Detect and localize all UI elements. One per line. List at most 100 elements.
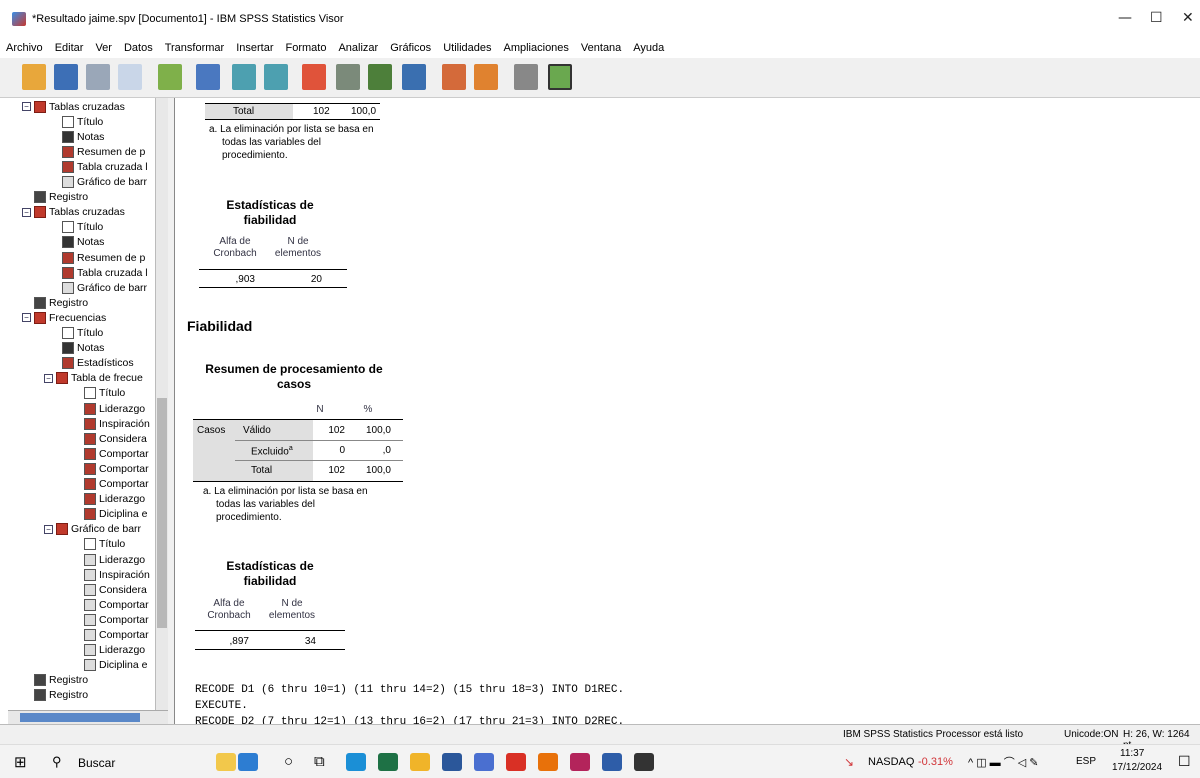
undo-icon[interactable]	[232, 64, 256, 90]
stock-ticker[interactable]: NASDAQ	[868, 756, 914, 768]
clock-time[interactable]: 11:37	[1120, 748, 1144, 759]
menu-formato[interactable]: Formato	[280, 42, 333, 54]
outline-node[interactable]: − Tablas cruzadas	[22, 206, 125, 219]
language-indicator[interactable]: ESP	[1076, 756, 1096, 767]
outline-node[interactable]: − Frecuencias	[22, 311, 106, 324]
menu-ver[interactable]: Ver	[89, 42, 118, 54]
outline-node[interactable]: Comportar	[66, 613, 149, 626]
outline-node[interactable]: Inspiración	[66, 568, 150, 581]
print-icon[interactable]	[86, 64, 110, 90]
outline-node[interactable]: Considera	[66, 432, 147, 445]
chrome-icon[interactable]	[538, 753, 558, 771]
outline-node[interactable]: Resumen de p	[44, 251, 145, 264]
outline-node[interactable]: Tabla cruzada l	[44, 160, 148, 173]
outline-node[interactable]: Tabla cruzada l	[44, 266, 148, 279]
outline-node[interactable]: Liderazgo	[66, 493, 145, 506]
outline-node[interactable]: Liderazgo	[66, 644, 145, 657]
maximize-button[interactable]: ☐	[1150, 10, 1163, 26]
variables-icon[interactable]	[402, 64, 426, 90]
insert-output-icon[interactable]	[548, 64, 572, 90]
outline-node[interactable]: Título	[44, 327, 103, 340]
outline-node[interactable]: Liderazgo	[66, 553, 145, 566]
menu-ventana[interactable]: Ventana	[575, 42, 627, 54]
tray-icons[interactable]: ^ ◫ ▬ ⌒ ◁ ✎	[968, 754, 1039, 770]
outline-node[interactable]: Título	[66, 538, 125, 551]
goto-data-icon[interactable]	[302, 64, 326, 90]
collapse-toggle-icon[interactable]: −	[44, 524, 53, 534]
outline-node[interactable]: Considera	[66, 583, 147, 596]
minimize-button[interactable]: —	[1118, 10, 1132, 26]
menu-ampliaciones[interactable]: Ampliaciones	[498, 42, 575, 54]
outline-node[interactable]: Comportar	[66, 462, 149, 475]
outline-node[interactable]: Gráfico de barr	[44, 281, 147, 294]
menu-datos[interactable]: Datos	[118, 42, 159, 54]
outline-node[interactable]: Registro	[22, 674, 88, 687]
designate-window-icon[interactable]	[514, 64, 538, 90]
app-icon[interactable]	[570, 753, 590, 771]
outline-node[interactable]: Registro	[22, 689, 88, 702]
outline-node[interactable]: Título	[44, 221, 103, 234]
menu-graficos[interactable]: Gráficos	[384, 42, 437, 54]
redo-icon[interactable]	[264, 64, 288, 90]
excel-icon[interactable]	[378, 753, 398, 771]
recall-dialog-icon[interactable]	[196, 64, 220, 90]
outline-node[interactable]: Gráfico de barr	[44, 176, 147, 189]
outline-node[interactable]: Diciplina e	[66, 659, 147, 672]
outline-node[interactable]: − Gráfico de barr	[44, 523, 141, 536]
collapse-toggle-icon[interactable]: −	[22, 207, 31, 217]
chrome-icon[interactable]	[506, 753, 526, 771]
outline-node[interactable]: Resumen de p	[44, 145, 145, 158]
outline-node[interactable]: Notas	[44, 342, 104, 355]
outline-node[interactable]: Título	[66, 387, 125, 400]
close-button[interactable]: ✕	[1182, 10, 1194, 26]
menu-editar[interactable]: Editar	[49, 42, 90, 54]
outline-node[interactable]: Comportar	[66, 598, 149, 611]
outline-node[interactable]: Inspiración	[66, 417, 150, 430]
word-icon[interactable]	[442, 753, 462, 771]
export-icon[interactable]	[158, 64, 182, 90]
scrollbar-thumb[interactable]	[20, 713, 140, 722]
menu-archivo[interactable]: Archivo	[0, 42, 49, 54]
show-all-icon[interactable]	[442, 64, 466, 90]
cortana-icon[interactable]: ○	[284, 753, 293, 770]
outline-horizontal-scrollbar[interactable]	[8, 710, 168, 724]
outline-node[interactable]: Liderazgo	[66, 402, 145, 415]
outline-node[interactable]: Título	[44, 115, 103, 128]
task-app-icon[interactable]	[216, 753, 236, 771]
photos-icon[interactable]	[634, 753, 654, 771]
collapse-toggle-icon[interactable]: −	[22, 102, 31, 111]
goto-variable-icon[interactable]	[368, 64, 392, 90]
outline-node[interactable]: − Tablas cruzadas	[22, 100, 125, 113]
collapse-toggle-icon[interactable]: −	[22, 313, 31, 323]
outline-node[interactable]: − Tabla de frecue	[44, 372, 143, 385]
outline-node[interactable]: Comportar	[66, 478, 149, 491]
task-app-icon[interactable]	[238, 753, 258, 771]
menu-transformar[interactable]: Transformar	[159, 42, 231, 54]
menu-analizar[interactable]: Analizar	[332, 42, 384, 54]
taskbar-search-box[interactable]: Buscar	[78, 756, 115, 770]
windows-start-icon[interactable]: ⊞	[14, 753, 27, 771]
outline-node[interactable]: Comportar	[66, 447, 149, 460]
menu-ayuda[interactable]: Ayuda	[627, 42, 670, 54]
save-icon[interactable]	[54, 64, 78, 90]
menu-utilidades[interactable]: Utilidades	[437, 42, 497, 54]
print-preview-icon[interactable]	[118, 64, 142, 90]
hide-icon[interactable]	[474, 64, 498, 90]
edge-icon[interactable]	[346, 753, 366, 771]
notifications-icon[interactable]: ☐	[1178, 753, 1191, 770]
open-icon[interactable]	[22, 64, 46, 90]
clock-date[interactable]: 17/12/2024	[1112, 762, 1162, 773]
chrome-profile-icon[interactable]	[474, 753, 494, 771]
scrollbar-thumb[interactable]	[157, 398, 167, 628]
outline-node[interactable]: Comportar	[66, 629, 149, 642]
outline-node[interactable]: Estadísticos	[44, 357, 134, 370]
outline-node[interactable]: Registro	[22, 296, 88, 309]
goto-case-icon[interactable]	[336, 64, 360, 90]
collapse-toggle-icon[interactable]: −	[44, 373, 53, 383]
outline-node[interactable]: Registro	[22, 191, 88, 204]
outline-node[interactable]: Notas	[44, 130, 104, 143]
file-explorer-icon[interactable]	[410, 753, 430, 771]
outline-node[interactable]: Notas	[44, 236, 104, 249]
search-icon[interactable]: ⚲	[52, 754, 62, 770]
task-view-icon[interactable]: ⧉	[314, 753, 325, 770]
